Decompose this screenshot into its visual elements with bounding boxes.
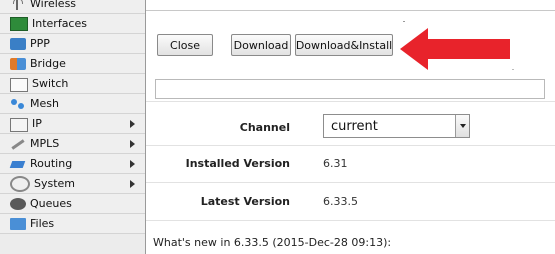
- system-icon: [10, 175, 30, 192]
- divider: [146, 101, 555, 102]
- divider: [146, 182, 555, 183]
- sidebar-item-label: Bridge: [30, 57, 66, 70]
- routing-icon: [10, 158, 26, 170]
- queues-icon: [10, 197, 26, 210]
- divider-speck: [403, 21, 405, 22]
- sidebar-item-wireless[interactable]: Wireless: [0, 0, 145, 14]
- channel-label: Channel: [239, 121, 290, 134]
- submenu-arrow-icon: [130, 180, 135, 188]
- installed-version-value: 6.31: [323, 157, 348, 170]
- whats-new-heading: What's new in 6.33.5 (2015-Dec-28 09:13)…: [153, 236, 392, 249]
- sidebar-item-queues[interactable]: Queues: [0, 194, 145, 214]
- sidebar-item-switch[interactable]: Switch: [0, 74, 145, 94]
- mpls-icon: [10, 138, 26, 150]
- panel-top-border: [146, 10, 555, 11]
- ppp-icon: [10, 37, 26, 50]
- submenu-arrow-icon: [130, 120, 135, 128]
- sidebar-item-ppp[interactable]: PPP: [0, 34, 145, 54]
- sidebar-item-label: MPLS: [30, 137, 60, 150]
- submenu-arrow-icon: [130, 160, 135, 168]
- chevron-down-icon[interactable]: [455, 115, 469, 137]
- sidebar-item-label: Mesh: [30, 97, 59, 110]
- latest-version-value: 6.33.5: [323, 195, 358, 208]
- download-button[interactable]: Download: [231, 34, 291, 56]
- divider: [146, 220, 555, 221]
- sidebar-item-label: PPP: [30, 37, 50, 50]
- bridge-icon: [10, 57, 26, 70]
- ip-icon: [10, 117, 28, 132]
- sidebar-item-bridge[interactable]: Bridge: [0, 54, 145, 74]
- sidebar-item-mpls[interactable]: MPLS: [0, 134, 145, 154]
- sidebar-item-label: Files: [30, 217, 55, 230]
- sidebar-menu: Wireless Interfaces PPP Bridge Switch Me…: [0, 0, 146, 254]
- files-icon: [10, 217, 26, 230]
- sidebar-item-label: IP: [32, 117, 42, 130]
- divider: [146, 145, 555, 146]
- latest-version-label: Latest Version: [200, 195, 290, 208]
- interfaces-icon: [10, 16, 28, 31]
- sidebar-item-ip[interactable]: IP: [0, 114, 145, 134]
- sidebar-item-files[interactable]: Files: [0, 214, 145, 234]
- sidebar-item-label: Wireless: [30, 0, 77, 10]
- sidebar-item-mesh[interactable]: Mesh: [0, 94, 145, 114]
- red-arrow-annotation: [400, 28, 510, 70]
- sidebar-item-label: Queues: [30, 197, 72, 210]
- sidebar-item-label: System: [34, 177, 76, 190]
- changelog-textbox[interactable]: [155, 79, 545, 99]
- sidebar-item-label: Switch: [32, 77, 69, 90]
- sidebar-item-label: Interfaces: [32, 17, 87, 30]
- mesh-icon: [10, 98, 26, 110]
- submenu-arrow-icon: [130, 140, 135, 148]
- sidebar-item-interfaces[interactable]: Interfaces: [0, 14, 145, 34]
- close-button[interactable]: Close: [157, 34, 213, 56]
- sidebar-item-label: Routing: [30, 157, 73, 170]
- sidebar-item-routing[interactable]: Routing: [0, 154, 145, 174]
- switch-icon: [10, 77, 28, 92]
- download-install-button[interactable]: Download&Install: [295, 34, 393, 56]
- sidebar-item-system[interactable]: System: [0, 174, 145, 194]
- channel-select[interactable]: current: [323, 114, 470, 138]
- installed-version-label: Installed Version: [185, 157, 290, 170]
- wireless-icon: [10, 0, 26, 10]
- channel-select-value: current: [331, 118, 378, 134]
